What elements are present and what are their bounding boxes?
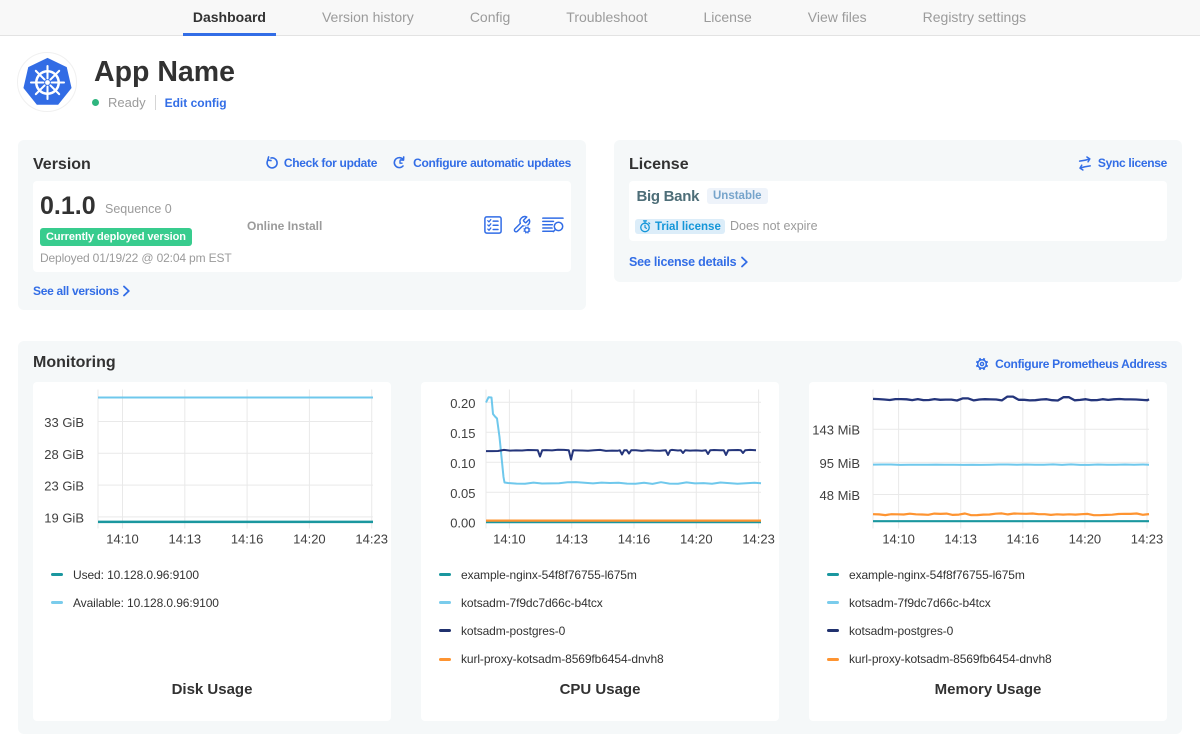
svg-text:14:20: 14:20 (1069, 532, 1102, 547)
svg-text:0.20: 0.20 (450, 396, 475, 411)
svg-text:14:10: 14:10 (882, 532, 915, 547)
svg-text:14:10: 14:10 (493, 532, 526, 547)
svg-text:33 GiB: 33 GiB (44, 415, 84, 430)
svg-text:14:13: 14:13 (944, 532, 977, 547)
svg-text:14:23: 14:23 (355, 532, 388, 547)
svg-text:14:16: 14:16 (1007, 532, 1040, 547)
svg-text:28 GiB: 28 GiB (44, 447, 84, 462)
svg-text:48 MiB: 48 MiB (820, 488, 860, 503)
svg-text:0.10: 0.10 (450, 456, 475, 471)
svg-text:14:16: 14:16 (231, 532, 264, 547)
svg-text:14:20: 14:20 (680, 532, 713, 547)
svg-text:23 GiB: 23 GiB (44, 479, 84, 494)
svg-text:14:20: 14:20 (293, 532, 326, 547)
svg-text:143 MiB: 143 MiB (812, 423, 860, 438)
svg-text:0.00: 0.00 (450, 516, 475, 531)
svg-text:0.15: 0.15 (450, 426, 475, 441)
svg-text:0.05: 0.05 (450, 486, 475, 501)
svg-text:14:13: 14:13 (169, 532, 202, 547)
svg-text:14:10: 14:10 (106, 532, 139, 547)
svg-text:14:23: 14:23 (742, 532, 775, 547)
svg-text:95 MiB: 95 MiB (820, 456, 860, 471)
svg-text:14:13: 14:13 (555, 532, 588, 547)
svg-text:14:16: 14:16 (618, 532, 651, 547)
svg-text:14:23: 14:23 (1131, 532, 1164, 547)
svg-text:19 GiB: 19 GiB (44, 510, 84, 525)
